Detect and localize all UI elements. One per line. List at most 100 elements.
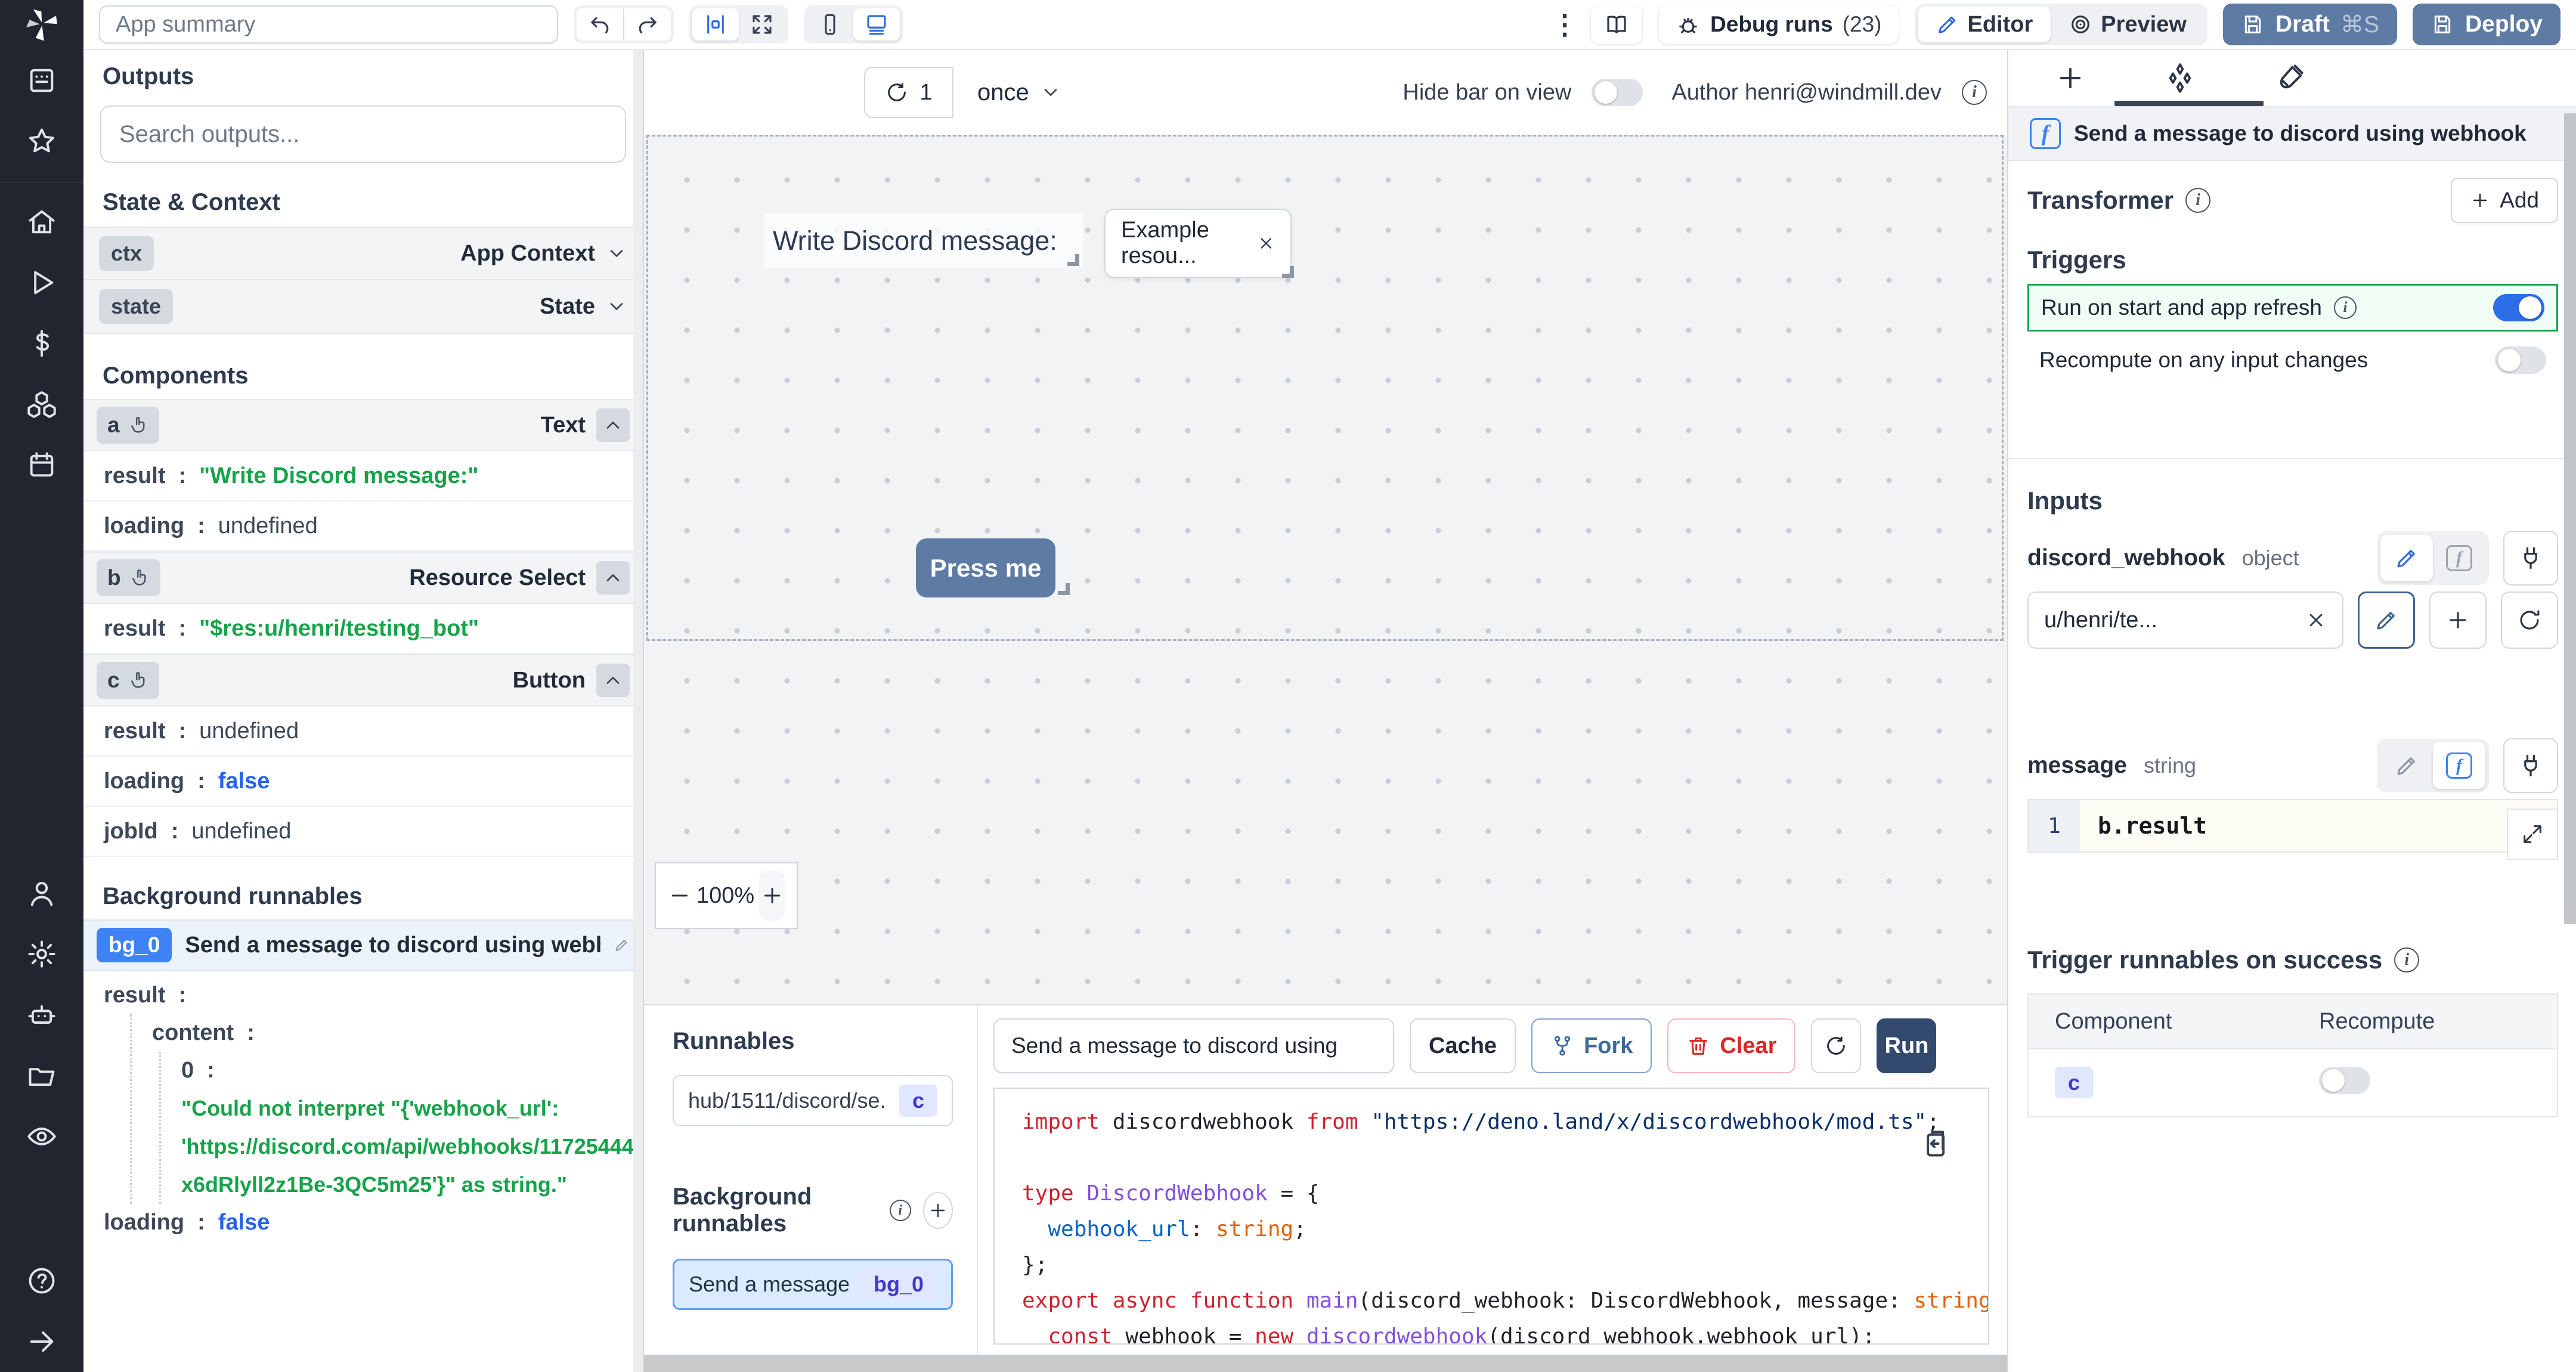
app-canvas[interactable]: Write Discord message: Example resou... … <box>644 135 2007 1004</box>
result-node[interactable]: result: <box>83 977 643 1014</box>
reload-script-button[interactable] <box>1811 1018 1862 1073</box>
horizontal-scrollbar[interactable] <box>644 1355 2007 1372</box>
hide-bar-toggle[interactable] <box>1592 79 1643 106</box>
content-node[interactable]: content: <box>152 1014 643 1052</box>
info-icon[interactable]: i <box>889 1200 911 1221</box>
state-row[interactable]: state State <box>83 280 643 334</box>
eval-mode-button[interactable]: f <box>2433 742 2485 789</box>
resize-handle[interactable] <box>1058 583 1070 595</box>
property-row[interactable]: loading: false <box>83 757 643 807</box>
desktop-view-button[interactable] <box>853 8 900 41</box>
undo-button[interactable] <box>577 8 623 41</box>
draft-button[interactable]: Draft ⌘S <box>2222 4 2397 45</box>
deploy-button[interactable]: Deploy <box>2412 4 2560 45</box>
fullscreen-button[interactable] <box>739 8 785 41</box>
frequency-select[interactable]: once <box>977 79 1061 106</box>
code-editor[interactable]: import discordwebhook from "https://deno… <box>993 1088 1989 1345</box>
index-node[interactable]: 0: <box>181 1052 643 1089</box>
fork-button[interactable]: Fork <box>1531 1018 1652 1073</box>
clear-resource-icon[interactable] <box>2305 609 2327 631</box>
background-runnable-item-selected[interactable]: Send a message... bg_0 <box>673 1259 953 1310</box>
more-menu-button[interactable]: ⋮ <box>1551 8 1578 41</box>
static-mode-button[interactable] <box>2380 535 2433 581</box>
cache-button[interactable]: Cache <box>1410 1018 1516 1073</box>
resize-handle[interactable] <box>1067 254 1079 266</box>
eval-mode-button[interactable]: f <box>2433 535 2485 581</box>
runnable-item[interactable]: hub/1511/discord/se... c <box>673 1075 953 1126</box>
resize-handle[interactable] <box>1282 266 1294 278</box>
audit-eye-icon[interactable] <box>24 1119 59 1154</box>
recompute-toggle[interactable] <box>2495 346 2546 374</box>
run-button[interactable]: Run <box>1877 1018 1937 1073</box>
add-background-runnable-button[interactable] <box>922 1192 953 1229</box>
collapse-arrow-icon[interactable] <box>24 1324 59 1359</box>
add-resource-button[interactable] <box>2429 591 2487 649</box>
collapse-component-c-button[interactable] <box>596 664 630 697</box>
tab-editor[interactable]: Editor <box>1917 7 2051 42</box>
component-a-header[interactable]: a Text <box>83 399 643 451</box>
debug-runs-button[interactable]: Debug runs (23) <box>1658 5 1899 44</box>
home-icon[interactable] <box>24 205 59 239</box>
text-component[interactable]: Write Discord message: <box>764 213 1083 268</box>
property-row[interactable]: result: "Write Discord message:" <box>83 451 643 501</box>
redo-button[interactable] <box>624 8 671 41</box>
tab-component-settings[interactable] <box>2161 59 2199 97</box>
connect-input-button[interactable] <box>2503 738 2558 793</box>
settings-gear-icon[interactable] <box>24 937 59 971</box>
property-row[interactable]: jobId: undefined <box>83 807 643 857</box>
component-b-header[interactable]: b Resource Select <box>83 552 643 604</box>
run-on-start-toggle[interactable] <box>2493 294 2544 321</box>
variables-icon[interactable] <box>24 326 59 361</box>
app-summary-input[interactable]: App summary <box>99 5 558 44</box>
docs-button[interactable] <box>1590 5 1643 44</box>
center-align-button[interactable] <box>692 8 739 41</box>
property-row[interactable]: result: "$res:u/henri/testing_bot" <box>83 604 643 654</box>
trigger-success-info-icon[interactable]: i <box>2394 947 2420 973</box>
component-c-header[interactable]: c Button <box>83 654 643 707</box>
tab-insert-component[interactable] <box>2051 59 2089 97</box>
runs-icon[interactable] <box>24 265 59 300</box>
favorites-star-icon[interactable] <box>24 124 59 159</box>
resource-select-component[interactable]: Example resou... <box>1104 209 1294 278</box>
tab-preview[interactable]: Preview <box>2051 7 2205 42</box>
edit-pencil-icon[interactable] <box>614 936 630 954</box>
static-mode-button[interactable] <box>2380 742 2433 789</box>
loading-node[interactable]: loading: false <box>83 1204 643 1241</box>
zoom-out-button[interactable] <box>668 879 692 912</box>
collapse-component-b-button[interactable] <box>596 561 630 594</box>
code-lines[interactable]: import discordwebhook from "https://deno… <box>995 1089 1988 1343</box>
connect-input-button[interactable] <box>2503 531 2558 586</box>
clear-button[interactable]: Clear <box>1667 1018 1796 1073</box>
resource-path-input[interactable]: u/henri/te... <box>2027 591 2343 649</box>
workers-robot-icon[interactable] <box>24 998 59 1032</box>
search-outputs-input[interactable]: Search outputs... <box>100 106 626 163</box>
help-icon[interactable] <box>24 1263 59 1298</box>
tab-styling[interactable] <box>2271 59 2309 97</box>
property-row[interactable]: loading: undefined <box>83 501 643 552</box>
resources-icon[interactable] <box>24 387 59 422</box>
folders-icon[interactable] <box>24 1058 59 1093</box>
collapse-component-a-button[interactable] <box>596 408 630 442</box>
refresh-resource-button[interactable] <box>2501 591 2558 649</box>
recompute-c-toggle[interactable] <box>2319 1066 2370 1094</box>
expand-editor-button[interactable] <box>2507 809 2558 860</box>
mobile-view-button[interactable] <box>807 8 853 41</box>
transformer-info-icon[interactable]: i <box>2185 188 2211 213</box>
property-row[interactable]: result: undefined <box>83 707 643 757</box>
copy-code-icon[interactable] <box>1919 1128 1950 1159</box>
refresh-count-button[interactable]: 1 <box>864 67 953 118</box>
ctx-row[interactable]: ctx App Context <box>83 227 643 280</box>
apps-icon[interactable] <box>24 63 59 98</box>
author-info-icon[interactable]: i <box>1962 80 1987 105</box>
clear-selection-icon[interactable] <box>1257 232 1275 255</box>
users-icon[interactable] <box>24 876 59 910</box>
zoom-in-button[interactable] <box>759 871 785 921</box>
message-expression-editor[interactable]: 1 b.result <box>2027 799 2558 860</box>
chevron-down-icon[interactable] <box>606 243 627 264</box>
windmill-logo-icon[interactable] <box>0 0 83 50</box>
edit-resource-button[interactable] <box>2358 591 2415 649</box>
schedules-icon[interactable] <box>24 448 59 482</box>
background-runnable-row[interactable]: bg_0 Send a message to discord using web… <box>83 919 643 971</box>
runnable-name-input[interactable]: Send a message to discord using <box>993 1018 1394 1073</box>
chevron-down-icon[interactable] <box>606 296 627 317</box>
